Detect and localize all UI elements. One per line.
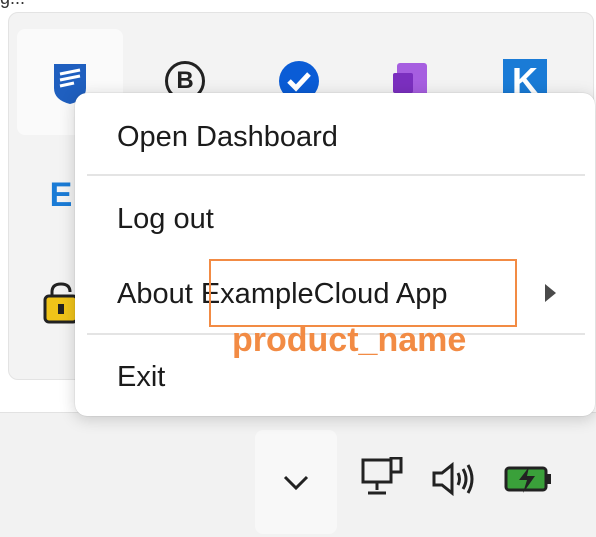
- network-icon: [361, 457, 403, 495]
- menu-item-label: Log out: [117, 202, 214, 235]
- menu-item-label: Open Dashboard: [117, 120, 338, 153]
- menu-separator: [87, 174, 585, 176]
- bold-b-icon-letter: B: [176, 67, 194, 94]
- speaker-icon: [432, 461, 474, 497]
- top-caption: g...: [0, 0, 596, 8]
- menu-item-label: Exit: [117, 360, 166, 393]
- show-hidden-icons-button[interactable]: [255, 430, 337, 534]
- product-name-highlight: [209, 259, 517, 327]
- context-menu: Open Dashboard Log out About ExampleClou…: [75, 93, 595, 416]
- menu-item-log-out[interactable]: Log out: [75, 189, 595, 249]
- menu-item-open-dashboard[interactable]: Open Dashboard: [75, 107, 595, 167]
- battery-charging-icon: [504, 466, 551, 493]
- chevron-down-icon: [283, 475, 309, 491]
- product-name-annotation: product_name: [232, 321, 467, 359]
- e-app-icon: E: [50, 176, 73, 215]
- e-app-icon-letter: E: [49, 175, 73, 214]
- submenu-arrow-icon: [545, 284, 556, 302]
